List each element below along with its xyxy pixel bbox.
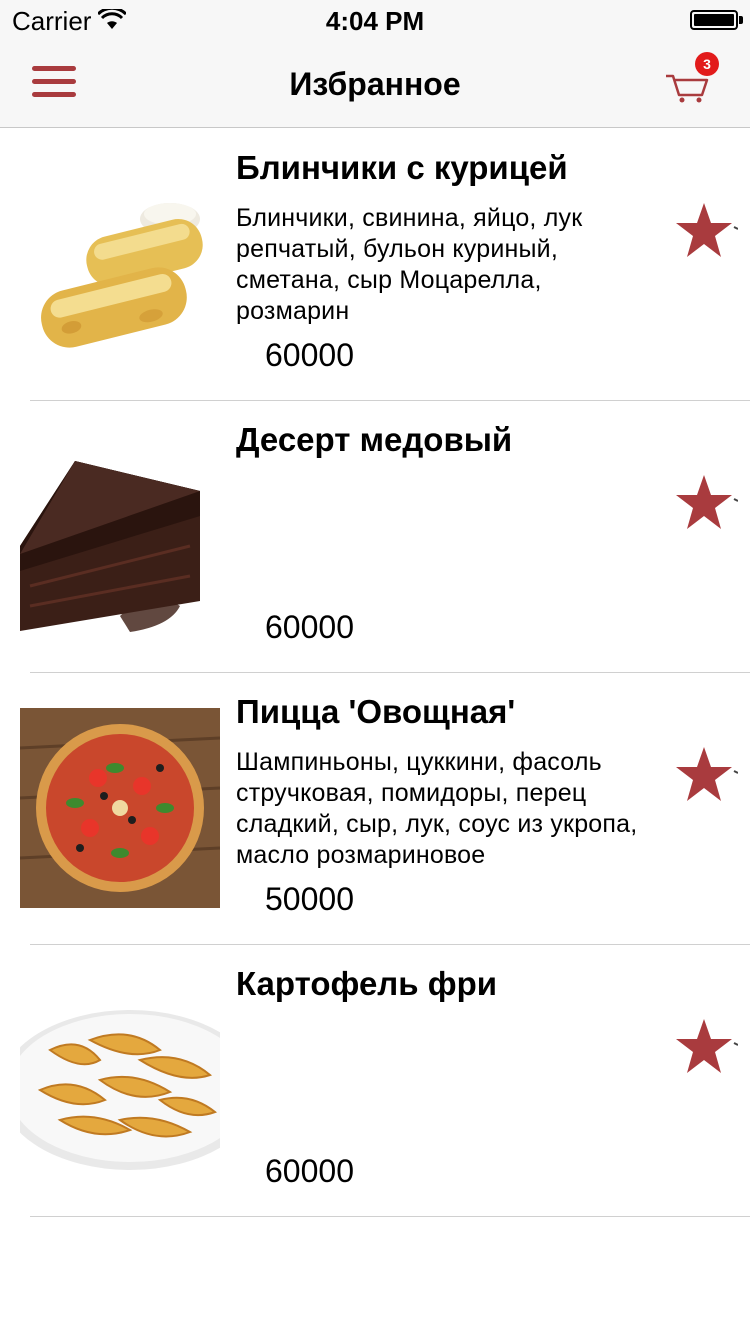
item-price: 60000 — [265, 337, 354, 373]
item-title: Десерт медовый — [236, 421, 513, 458]
list-item[interactable]: Картофель фри 60000 — [0, 945, 750, 1217]
item-title: Пицца 'Овощная' — [236, 693, 516, 730]
favorite-star-icon[interactable] — [672, 743, 738, 807]
list-item[interactable]: Пицца 'Овощная' Шампиньоны, цуккини, фас… — [0, 673, 750, 945]
item-title: Блинчики с курицей — [236, 149, 568, 186]
navigation-bar: Избранное — [0, 40, 750, 128]
cart-count-badge: 3 — [695, 52, 719, 76]
list-item[interactable]: Блинчики с курицей Блинчики, свинина, яй… — [0, 129, 750, 401]
potato-wedges-image — [20, 980, 220, 1180]
item-price: 60000 — [265, 1153, 354, 1189]
chocolate-cake-image — [20, 436, 220, 636]
list-item[interactable]: Десерт медовый 60000 — [0, 401, 750, 673]
item-description: Шампиньоны, цуккини, фасоль стручковая, … — [236, 748, 638, 869]
pizza-image — [20, 708, 220, 908]
favorite-star-icon[interactable] — [672, 199, 738, 263]
favorite-star-icon[interactable] — [672, 1015, 738, 1079]
battery-tip — [739, 16, 743, 24]
status-bar: Carrier 4:04 PM — [0, 0, 750, 40]
item-description: Блинчики, свинина, яйцо, лук репчатый, б… — [236, 204, 583, 325]
item-title: Картофель фри — [236, 965, 498, 1002]
crepes-image — [20, 164, 220, 364]
favorites-list: Блинчики с курицей Блинчики, свинина, яй… — [0, 129, 750, 1217]
item-price: 50000 — [265, 881, 354, 917]
page-title: Избранное — [289, 66, 461, 102]
status-time: 4:04 PM — [325, 6, 425, 36]
item-price: 60000 — [265, 609, 354, 645]
battery-icon — [690, 10, 738, 30]
favorite-star-icon[interactable] — [672, 471, 738, 535]
